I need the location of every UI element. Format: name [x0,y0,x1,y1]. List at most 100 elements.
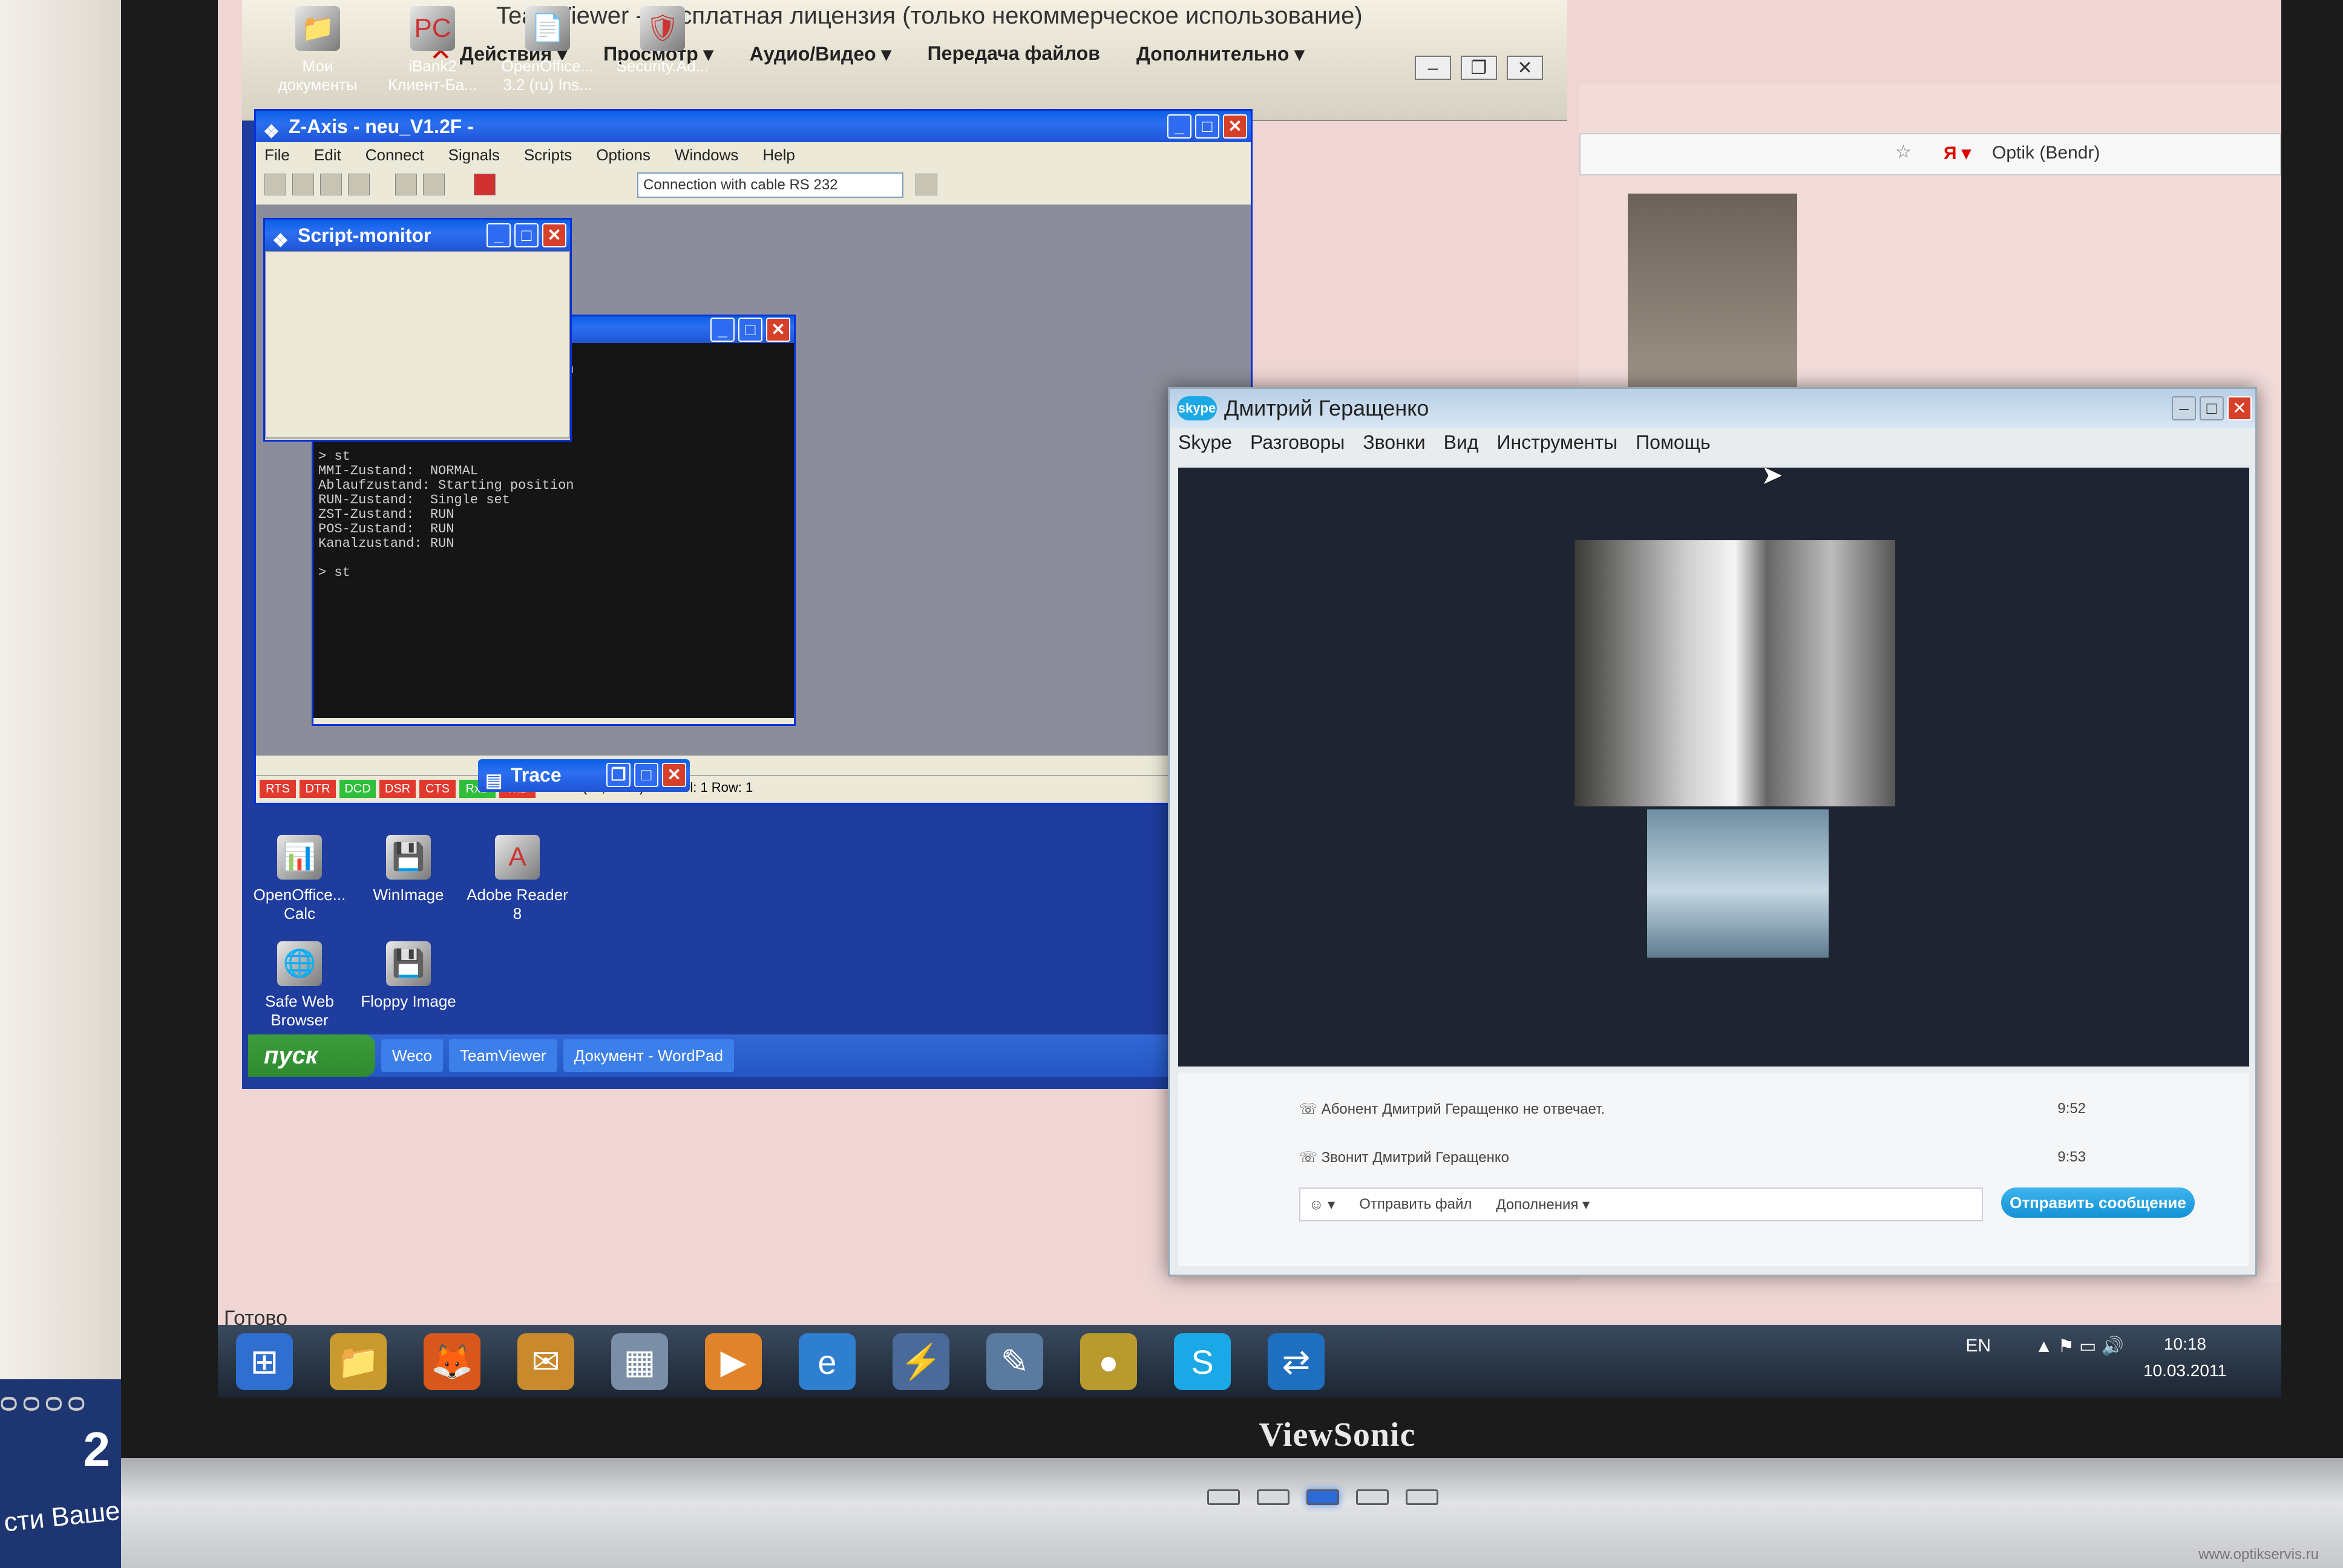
teamviewer-menu-item[interactable]: Дополнительно ▾ [1136,42,1304,65]
desktop-icon[interactable]: 💾 WinImage [357,835,460,923]
message-tool[interactable]: ☺ ▾ [1309,1196,1335,1214]
desktop-icon[interactable]: 📄 OpenOffice... 3.2 (ru) Ins... [496,6,599,94]
zaxis-menu-item[interactable]: File [264,146,290,164]
teamviewer-menu-item[interactable]: Аудио/Видео ▾ [750,42,891,65]
maximize-icon[interactable]: □ [738,318,762,342]
zaxis-menu-item[interactable]: Help [762,146,795,164]
zaxis-menu-item[interactable]: Signals [448,146,500,164]
message-time: 9:52 [2057,1100,2086,1117]
status-led: DSR [379,780,416,798]
monitor-button[interactable] [1356,1489,1389,1505]
zaxis-menu-item[interactable]: Windows [675,146,738,164]
desktop-icon-label: WinImage [373,886,444,904]
skype-menu-item[interactable]: Skype [1178,431,1232,454]
paste-icon[interactable] [423,174,445,195]
desktop-icon[interactable]: 💾 Floppy Image [357,941,460,1030]
firefox-icon[interactable]: 🦊 [424,1333,480,1390]
window-control-icon[interactable]: ✕ [1507,56,1543,80]
send-message-button[interactable]: Отправить сообщение [2001,1187,2195,1218]
desktop-icon[interactable]: PC iBank2 Клиент-Ба... [381,6,484,94]
maximize-icon[interactable]: □ [514,223,539,247]
monitor-button[interactable] [1207,1489,1240,1505]
monitor-button[interactable] [1306,1489,1339,1505]
zaxis-menu-item[interactable]: Options [596,146,650,164]
minimize-icon[interactable]: _ [487,223,511,247]
skype-menu-item[interactable]: Помощь [1636,431,1711,454]
skype-menu-item[interactable]: Инструменты [1497,431,1618,454]
close-icon[interactable]: ✕ [662,763,686,787]
tray-lang[interactable]: EN [1965,1336,1991,1356]
cut-icon[interactable] [395,174,417,195]
star-icon[interactable]: ☆ [1895,142,1912,163]
desktop-icon[interactable]: 📁 Мои документы [266,6,369,94]
zaxis-menu-item[interactable]: Scripts [524,146,572,164]
taskbar-button[interactable]: Документ - WordPad [563,1039,734,1072]
zaxis-menu-item[interactable]: Edit [314,146,341,164]
trace-window[interactable]: ▤ Trace ❐ □ ✕ [478,759,690,792]
connect-icon[interactable] [916,174,937,195]
skype-menu-item[interactable]: Вид [1444,431,1479,454]
taskbar-button[interactable]: Weco [381,1039,443,1072]
clock-time: 10:18 [2163,1334,2206,1353]
taskbar-button[interactable]: TeamViewer [449,1039,557,1072]
teamviewer-window-controls: – ❐ ✕ [1415,56,1543,80]
restore-icon[interactable]: ❐ [606,763,631,787]
desktop-icon-label: OpenOffice... 3.2 (ru) Ins... [501,57,594,94]
desktop-icon-label: Adobe Reader 8 [467,886,568,923]
browser-search-field[interactable]: Optik (Bendr) [1992,143,2100,163]
coins-icon[interactable]: ● [1080,1333,1137,1390]
minimize-icon[interactable]: _ [710,318,735,342]
start-orb-icon[interactable]: ⊞ [236,1333,293,1390]
minimize-icon[interactable]: – [2172,396,2196,420]
window-control-icon[interactable]: ❐ [1461,56,1497,80]
tool-icon[interactable]: ✎ [986,1333,1043,1390]
desktop-icon[interactable]: 🌐 Safe Web Browser [248,941,351,1030]
monitor-button[interactable] [1406,1489,1438,1505]
explorer-icon[interactable]: 📁 [330,1333,387,1390]
desktop-icon[interactable]: 🛡 Security.Ad... [611,6,714,94]
desktop-icon-label: Floppy Image [361,992,456,1010]
maximize-icon[interactable]: □ [1195,114,1219,139]
browser-address-bar[interactable]: Я ▾ Optik (Bendr) ☆ [1579,133,2281,175]
print-icon[interactable] [320,174,342,195]
skype-icon[interactable]: S [1174,1333,1231,1390]
tray-icons[interactable]: ▲ ⚑ ▭ 🔊 [2035,1336,2124,1357]
window-control-icon[interactable]: – [1415,56,1451,80]
start-button[interactable]: пуск [248,1034,375,1077]
minimize-icon[interactable]: _ [1167,114,1191,139]
message-tool[interactable]: Отправить файл [1359,1196,1472,1213]
open-icon[interactable] [264,174,286,195]
skype-menu-item[interactable]: Разговоры [1250,431,1345,454]
skype-menu-item[interactable]: Звонки [1363,431,1425,454]
ie-icon[interactable]: e [799,1333,856,1390]
zaxis-icon: ❖ [263,122,280,142]
thunder-icon[interactable]: ⚡ [893,1333,949,1390]
close-icon[interactable]: ✕ [542,223,566,247]
copy-icon[interactable] [348,174,370,195]
phone-icon[interactable] [474,174,496,195]
desktop-icon[interactable]: A Adobe Reader 8 [466,835,569,923]
monitor-button[interactable] [1257,1489,1289,1505]
app-icon: 📄 [525,6,570,51]
zaxis-menubar: File Edit Connect Signals Scripts Options Wind… [256,142,1251,166]
close-icon[interactable]: ✕ [2227,396,2252,420]
trace-icon: ▤ [485,771,503,791]
clock[interactable]: 10:18 10.03.2011 [2143,1331,2227,1384]
close-icon[interactable]: ✕ [1223,114,1247,139]
script-icon: ❖ [272,231,289,251]
teamviewer-menu-item[interactable]: Передача файлов [928,42,1100,65]
outlook-icon[interactable]: ✉ [517,1333,574,1390]
zaxis-menu-item[interactable]: Connect [365,146,424,164]
message-tool[interactable]: Дополнения ▾ [1496,1196,1590,1214]
zaxis-controls: _ □ ✕ [1167,114,1247,139]
teamviewer-icon[interactable]: ⇄ [1268,1333,1325,1390]
desktop-icon[interactable]: 📊 OpenOffice... Calc [248,835,351,923]
maximize-icon[interactable]: □ [634,763,658,787]
maximize-icon[interactable]: □ [2200,396,2224,420]
calculator-icon[interactable]: ▦ [611,1333,668,1390]
media-icon[interactable]: ▶ [705,1333,762,1390]
calendar-text: сти Вашему [2,1492,121,1538]
close-icon[interactable]: ✕ [766,318,790,342]
connection-select[interactable]: Connection with cable RS 232 [637,172,903,198]
save-icon[interactable] [292,174,314,195]
